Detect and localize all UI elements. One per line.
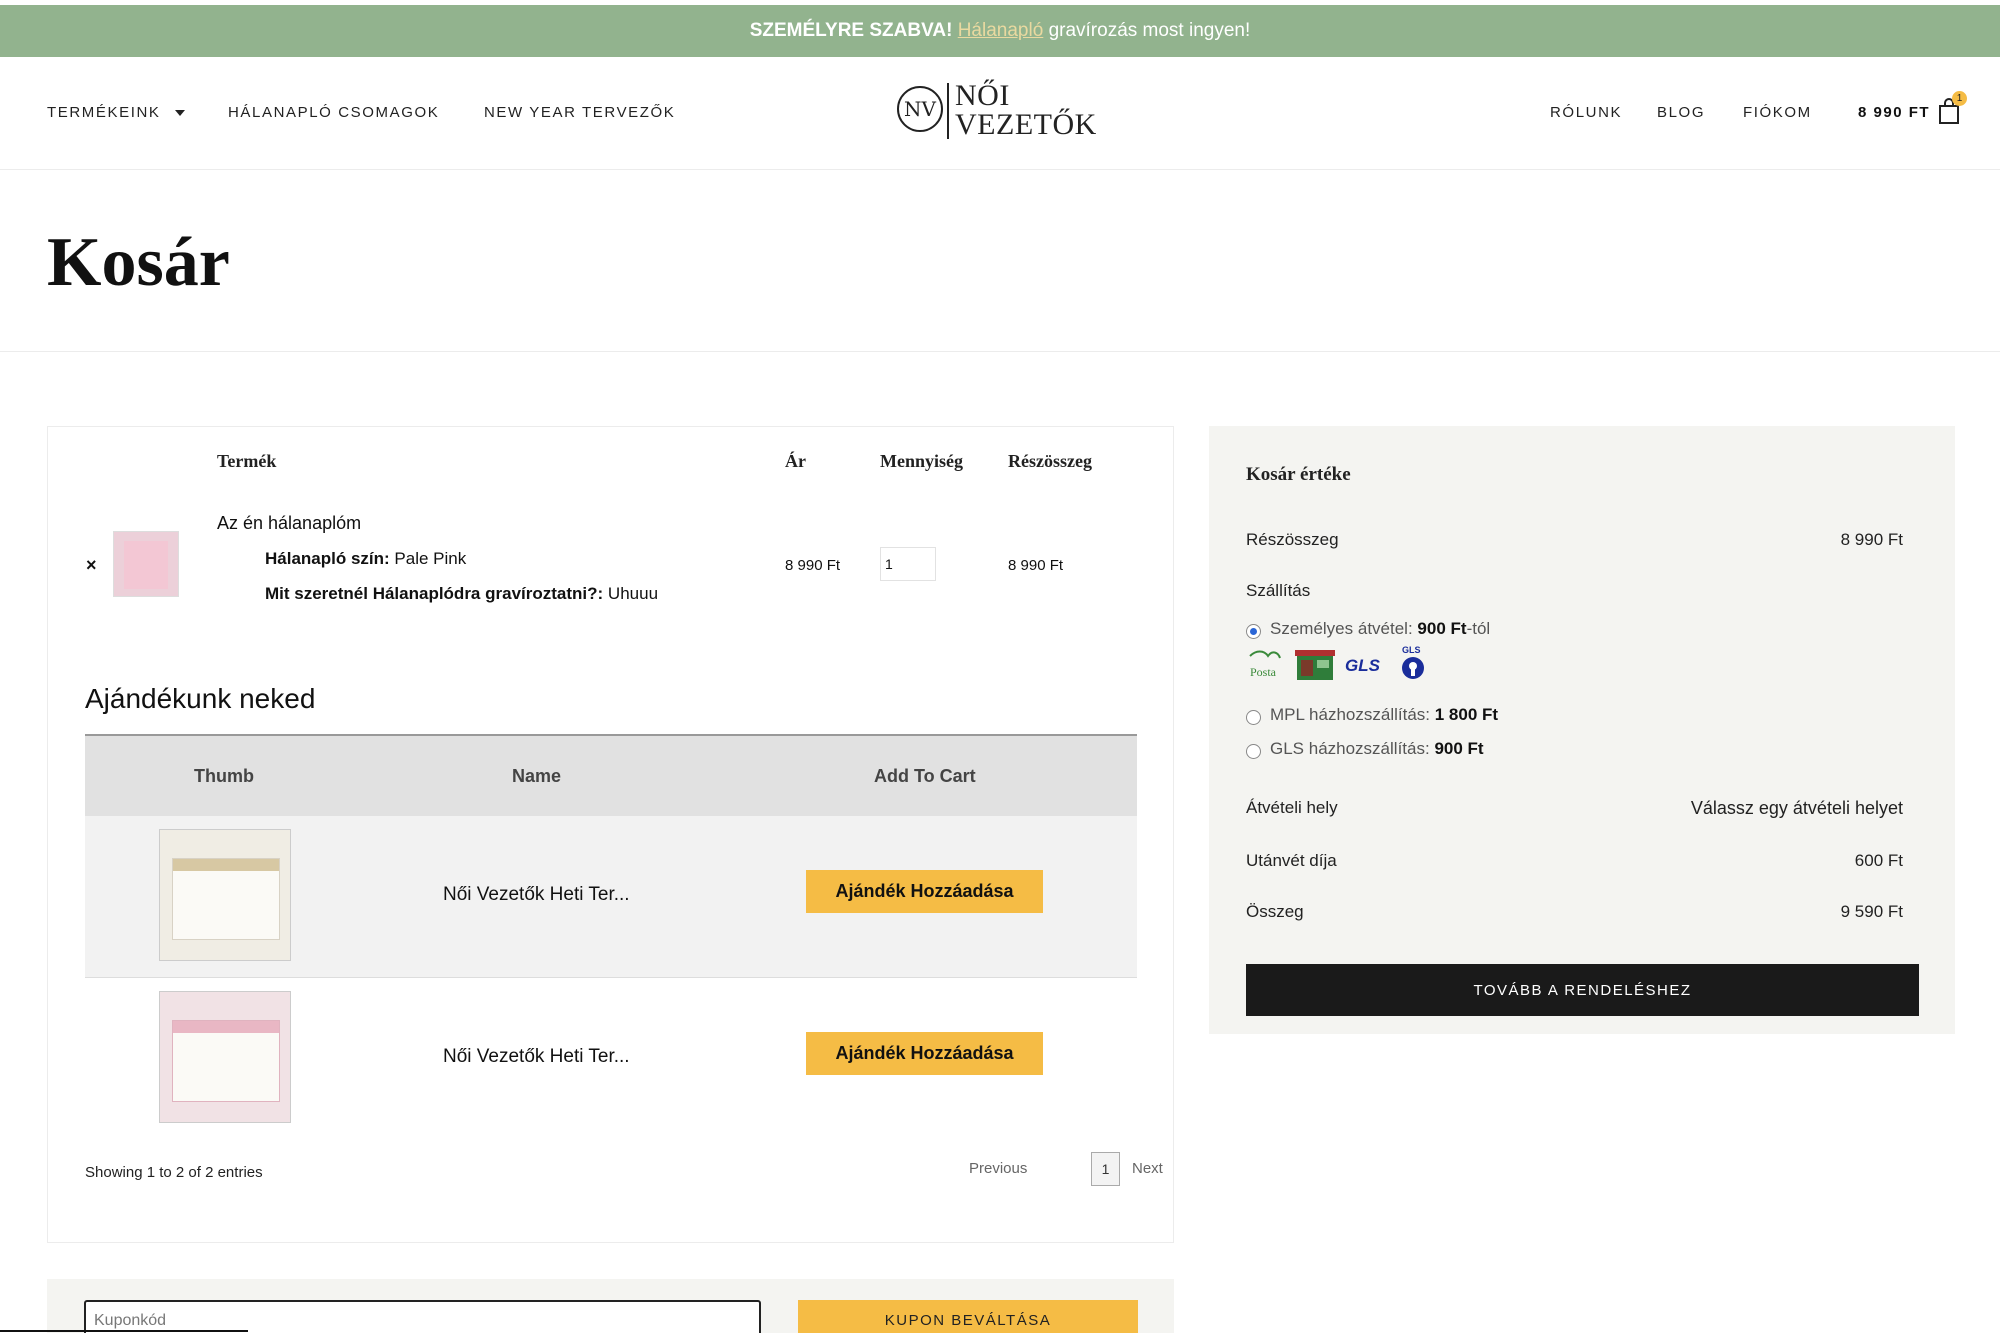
shipping-gls-label: GLS házhozszállítás: xyxy=(1270,739,1430,758)
shipping-radio-mpl[interactable] xyxy=(1246,710,1261,725)
checkout-button[interactable]: TOVÁBB A RENDELÉSHEZ xyxy=(1246,964,1919,1016)
total-label: Összeg xyxy=(1246,902,1304,921)
pickup-select-link[interactable]: Válassz egy átvételi helyet xyxy=(1691,798,1903,819)
nav-products-label: TERMÉKEINK xyxy=(47,104,161,121)
cod-fee-label: Utánvét díja xyxy=(1246,851,1337,870)
header-cart-total[interactable]: 8 990 FT xyxy=(1858,104,1930,121)
shipping-label: Szállítás xyxy=(1246,581,1311,600)
add-gift-button[interactable]: Ajándék Hozzáadása xyxy=(806,870,1043,913)
gift-table-header: Thumb Name Add To Cart xyxy=(85,734,1137,816)
shipping-option-mpl[interactable]: MPL házhozszállítás: 1 800 Ft xyxy=(1270,705,1498,725)
chevron-down-icon xyxy=(174,110,185,117)
meta-color-label: Hálanapló szín: xyxy=(265,549,390,568)
shipping-pickup-price: 900 Ft xyxy=(1417,619,1467,638)
posta-label: Posta xyxy=(1250,665,1277,679)
shipping-option-pickup[interactable]: Személyes átvétel: 900 Ft-tól xyxy=(1270,619,1490,639)
cod-fee-value: 600 Ft xyxy=(1854,851,1903,870)
remove-item-button[interactable]: × xyxy=(86,555,97,576)
nav-blog[interactable]: BLOG xyxy=(1657,104,1705,121)
nav-products[interactable]: TERMÉKEINK xyxy=(47,104,185,121)
meta-engraving-value: Uhuuu xyxy=(607,584,659,603)
pager-page[interactable]: 1 xyxy=(1091,1152,1120,1186)
shipping-pickup-suffix: -tól xyxy=(1466,619,1491,638)
item-subtotal: 8 990 Ft xyxy=(1008,557,1064,574)
promo-strong: SZEMÉLYRE SZABVA! xyxy=(749,20,953,41)
cart-totals-panel: Kosár értéke Részösszeg 8 990 Ft Szállít… xyxy=(1209,426,1955,1034)
gift-name: Női Vezetők Heti Ter... xyxy=(443,1046,630,1067)
meta-color-value: Pale Pink xyxy=(394,549,467,568)
quantity-input[interactable]: 1 xyxy=(880,547,936,581)
nav-planners[interactable]: NEW YEAR TERVEZŐK xyxy=(484,104,675,121)
gift-header-add[interactable]: Add To Cart xyxy=(874,766,976,787)
posta-logo-icon: Posta xyxy=(1246,648,1284,685)
shipping-radio-pickup[interactable] xyxy=(1246,624,1261,639)
table-row: Női Vezetők Heti Ter... Ajándék Hozzáadá… xyxy=(85,978,1137,1140)
pager-next-label[interactable]: Next xyxy=(1132,1160,1163,1177)
gls-locker-label: GLS xyxy=(1402,645,1421,655)
bottom-divider xyxy=(0,1330,248,1332)
cart-panel: Termék Ár Mennyiség Részösszeg × Az én h… xyxy=(47,426,1174,1243)
shipping-mpl-label: MPL házhozszállítás: xyxy=(1270,705,1430,724)
site-logo[interactable]: NV NŐI VEZETŐK xyxy=(897,79,1107,143)
page-title: Kosár xyxy=(47,224,230,301)
gift-thumbnail[interactable] xyxy=(159,991,291,1123)
pager-previous[interactable]: Previous xyxy=(969,1160,1027,1177)
product-name[interactable]: Az én hálanaplóm xyxy=(217,513,361,534)
promo-link[interactable]: Hálanapló xyxy=(958,20,1044,41)
promo-bar: SZEMÉLYRE SZABVA! Hálanapló gravírozás m… xyxy=(0,5,2000,57)
pickup-label: Átvételi hely xyxy=(1246,798,1338,817)
nav-account[interactable]: FIÓKOM xyxy=(1743,104,1812,121)
item-price: 8 990 Ft xyxy=(785,557,841,574)
coupon-input[interactable]: Kuponkód xyxy=(84,1300,761,1333)
parcel-locker-icon xyxy=(1295,646,1335,687)
shipping-radio-gls[interactable] xyxy=(1246,744,1261,759)
subtotal-label: Részösszeg xyxy=(1246,530,1339,549)
table-row: Női Vezetők Heti Ter... Ajándék Hozzáadá… xyxy=(85,816,1137,978)
totals-title: Kosár értéke xyxy=(1246,464,1351,485)
gift-name: Női Vezetők Heti Ter... xyxy=(443,884,630,905)
gls-label: GLS xyxy=(1345,656,1381,675)
apply-coupon-button[interactable]: KUPON BEVÁLTÁSA xyxy=(798,1300,1138,1333)
gift-section-title: Ajándékunk neked xyxy=(85,683,316,714)
gift-header-name[interactable]: Name xyxy=(512,766,561,787)
gift-thumbnail[interactable] xyxy=(159,829,291,961)
gls-locker-icon: GLS xyxy=(1399,644,1429,689)
gls-logo-icon: GLS xyxy=(1345,654,1387,681)
add-gift-button[interactable]: Ajándék Hozzáadása xyxy=(806,1032,1043,1075)
nav-packages[interactable]: HÁLANAPLÓ CSOMAGOK xyxy=(228,104,439,121)
subtotal-value: 8 990 Ft xyxy=(1840,530,1903,549)
shipping-pickup-label: Személyes átvétel: xyxy=(1270,619,1413,638)
table-info: Showing 1 to 2 of 2 entries xyxy=(85,1164,263,1181)
header-product: Termék xyxy=(217,451,277,471)
total-value: 9 590 Ft xyxy=(1840,902,1903,921)
promo-text: gravírozás most ingyen! xyxy=(1048,20,1251,41)
logo-divider xyxy=(947,83,949,139)
shipping-mpl-price: 1 800 Ft xyxy=(1434,705,1499,724)
header-price: Ár xyxy=(785,451,806,471)
header-subtotal: Részösszeg xyxy=(1008,451,1092,471)
nav-about[interactable]: RÓLUNK xyxy=(1550,104,1622,121)
logo-mark: NV xyxy=(897,86,943,132)
shipping-gls-price: 900 Ft xyxy=(1434,739,1484,758)
product-meta-color: Hálanapló szín: Pale Pink xyxy=(265,549,466,569)
product-meta-engraving: Mit szeretnél Hálanaplódra gravíroztatni… xyxy=(265,584,658,604)
product-thumbnail[interactable] xyxy=(113,531,179,597)
logo-line1: NŐI xyxy=(955,79,1010,112)
coupon-area: Kuponkód KUPON BEVÁLTÁSA xyxy=(47,1279,1174,1333)
title-divider xyxy=(0,351,2000,352)
gift-header-thumb[interactable]: Thumb xyxy=(194,766,254,787)
logo-text: NŐI VEZETŐK xyxy=(955,79,1097,141)
header-quantity: Mennyiség xyxy=(880,451,963,471)
meta-engraving-label: Mit szeretnél Hálanaplódra gravíroztatni… xyxy=(265,584,604,603)
site-header: TERMÉKEINK HÁLANAPLÓ CSOMAGOK NEW YEAR T… xyxy=(0,57,2000,170)
logo-line2: VEZETŐK xyxy=(955,108,1097,141)
shipping-option-gls[interactable]: GLS házhozszállítás: 900 Ft xyxy=(1270,739,1484,759)
cart-count-badge: 1 xyxy=(1952,91,1967,106)
